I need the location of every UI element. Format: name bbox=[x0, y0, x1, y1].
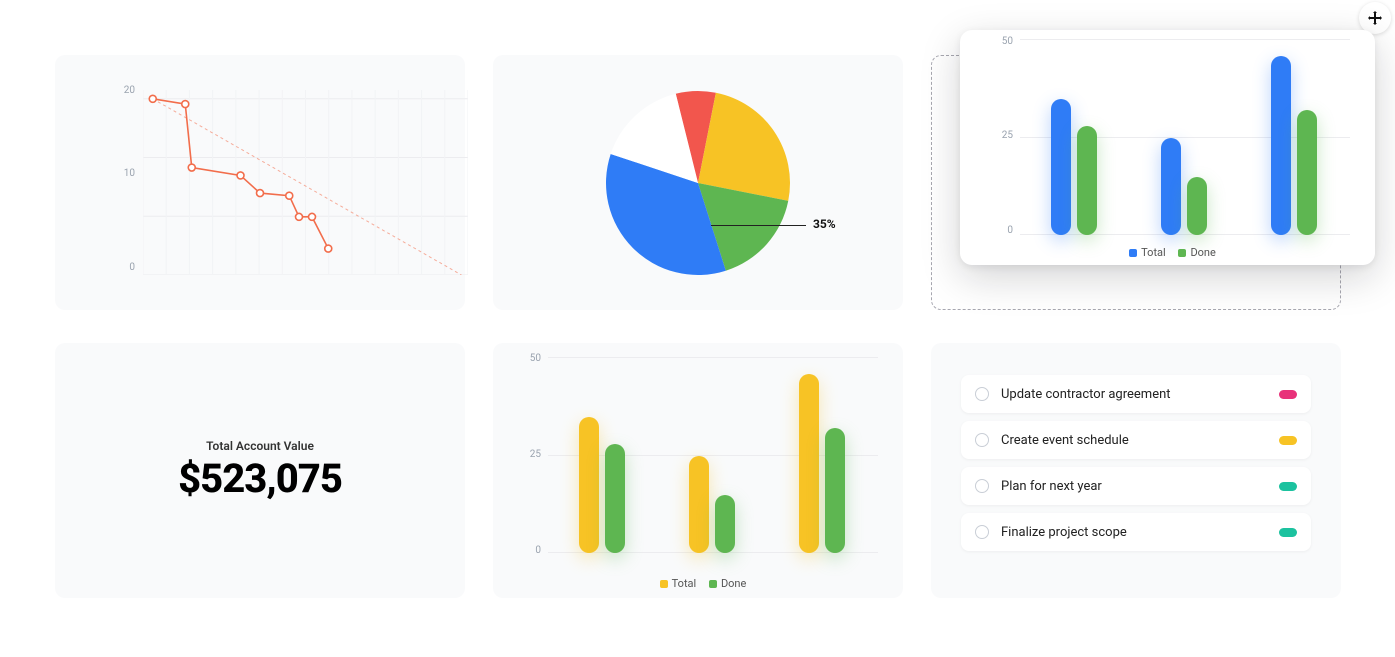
task-status-pill bbox=[1279, 390, 1297, 399]
bar-blue-ytick-25: 25 bbox=[985, 130, 1013, 141]
task-list: Update contractor agreement Create event … bbox=[961, 375, 1311, 559]
bar-ytick-0: 0 bbox=[513, 545, 541, 556]
pie-callout-line bbox=[711, 225, 806, 226]
account-value-amount: $523,075 bbox=[55, 455, 465, 502]
task-radio[interactable] bbox=[975, 479, 989, 493]
legend-blue-total: Total bbox=[1141, 246, 1166, 259]
task-item[interactable]: Create event schedule bbox=[961, 421, 1311, 459]
task-radio[interactable] bbox=[975, 433, 989, 447]
task-label: Update contractor agreement bbox=[1001, 387, 1279, 402]
bar-ytick-25: 25 bbox=[513, 449, 541, 460]
spark-ytick-20: 20 bbox=[105, 85, 135, 96]
task-item[interactable]: Plan for next year bbox=[961, 467, 1311, 505]
task-status-pill bbox=[1279, 482, 1297, 491]
bar-chart-yellow-card: 50 25 0 Total Done bbox=[493, 343, 903, 598]
bar-chart-blue-card-floating[interactable]: 50 25 0 Total Done bbox=[960, 30, 1375, 265]
pie-chart bbox=[598, 83, 798, 283]
task-status-pill bbox=[1279, 436, 1297, 445]
pie-card: 35% bbox=[493, 55, 903, 310]
account-value-title: Total Account Value bbox=[55, 439, 465, 453]
spark-ytick-10: 10 bbox=[105, 168, 135, 179]
task-label: Finalize project scope bbox=[1001, 525, 1279, 540]
account-value-card: Total Account Value $523,075 bbox=[55, 343, 465, 598]
bar-legend: Total Done bbox=[493, 577, 903, 590]
task-radio[interactable] bbox=[975, 387, 989, 401]
bar-blue-ytick-50: 50 bbox=[985, 36, 1013, 47]
task-status-pill bbox=[1279, 528, 1297, 537]
spark-ytick-0: 0 bbox=[105, 262, 135, 273]
bar-chart-yellow bbox=[548, 358, 878, 553]
legend-blue-done: Done bbox=[1190, 246, 1215, 259]
burndown-chart bbox=[143, 90, 468, 275]
bar-blue-legend: Total Done bbox=[960, 246, 1375, 259]
task-item[interactable]: Update contractor agreement bbox=[961, 375, 1311, 413]
task-radio[interactable] bbox=[975, 525, 989, 539]
tasks-card: Update contractor agreement Create event … bbox=[931, 343, 1341, 598]
task-item[interactable]: Finalize project scope bbox=[961, 513, 1311, 551]
pie-callout-label: 35% bbox=[813, 217, 836, 231]
legend-total: Total bbox=[672, 577, 697, 590]
legend-done: Done bbox=[721, 577, 746, 590]
bar-ytick-50: 50 bbox=[513, 353, 541, 364]
task-label: Plan for next year bbox=[1001, 479, 1279, 494]
task-label: Create event schedule bbox=[1001, 433, 1279, 448]
burndown-sparkline-card: 20 10 0 bbox=[55, 55, 465, 310]
bar-blue-ytick-0: 0 bbox=[985, 225, 1013, 236]
bar-chart-blue bbox=[1020, 40, 1350, 235]
